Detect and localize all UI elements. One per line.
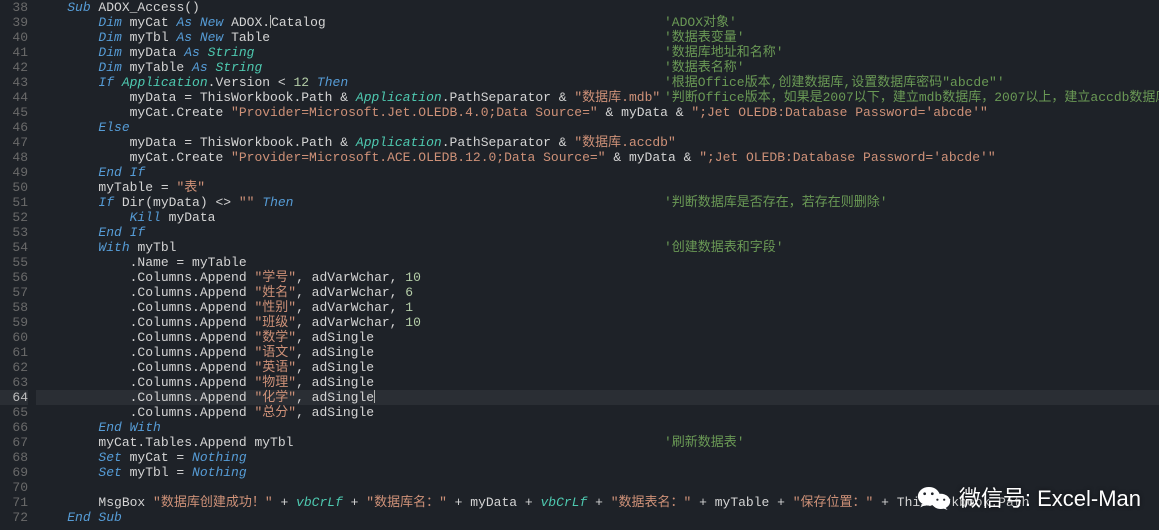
line-number: 50 <box>0 180 28 195</box>
line-number: 53 <box>0 225 28 240</box>
line-number: 70 <box>0 480 28 495</box>
comment: '判断Office版本，如果是2007以下，建立mdb数据库，2007以上，建立… <box>664 90 1159 105</box>
code-line[interactable]: If Application.Version < 12 Then'根据Offic… <box>36 75 1159 90</box>
line-number-gutter: 3839404142434445464748495051525354555657… <box>0 0 36 525</box>
comment: 'ADOX对象' <box>664 15 737 30</box>
line-number: 60 <box>0 330 28 345</box>
code-line[interactable]: If Dir(myData) <> "" Then'判断数据库是否存在，若存在则… <box>36 195 1159 210</box>
line-number: 56 <box>0 270 28 285</box>
code-line[interactable]: Dim myData As String'数据库地址和名称' <box>36 45 1159 60</box>
line-number: 64 <box>0 390 28 405</box>
code-line[interactable]: .Columns.Append "班级", adVarWchar, 10 <box>36 315 1159 330</box>
comment: '根据Office版本,创建数据库,设置数据库密码"abcde"' <box>664 75 1005 90</box>
comment: '数据表变量' <box>664 30 745 45</box>
text-cursor <box>270 15 271 28</box>
text-cursor <box>374 390 375 403</box>
comment: '判断数据库是否存在，若存在则删除' <box>664 195 888 210</box>
line-number: 41 <box>0 45 28 60</box>
code-line[interactable]: .Columns.Append "姓名", adVarWchar, 6 <box>36 285 1159 300</box>
line-number: 69 <box>0 465 28 480</box>
code-line[interactable]: Sub ADOX_Access() <box>36 0 1159 15</box>
line-number: 44 <box>0 90 28 105</box>
code-line[interactable]: End If <box>36 165 1159 180</box>
line-number: 49 <box>0 165 28 180</box>
line-number: 71 <box>0 495 28 510</box>
comment: '数据表名称' <box>664 60 745 75</box>
line-number: 55 <box>0 255 28 270</box>
line-number: 63 <box>0 375 28 390</box>
line-number: 66 <box>0 420 28 435</box>
code-line[interactable]: .Columns.Append "物理", adSingle <box>36 375 1159 390</box>
line-number: 52 <box>0 210 28 225</box>
code-line[interactable]: myCat.Create "Provider=Microsoft.ACE.OLE… <box>36 150 1159 165</box>
line-number: 43 <box>0 75 28 90</box>
code-area[interactable]: Sub ADOX_Access() Dim myCat As New ADOX.… <box>36 0 1159 525</box>
comment: '创建数据表和字段' <box>664 240 784 255</box>
line-number: 38 <box>0 0 28 15</box>
code-line[interactable]: Else <box>36 120 1159 135</box>
code-line[interactable]: .Columns.Append "化学", adSingle <box>36 390 1159 405</box>
line-number: 58 <box>0 300 28 315</box>
code-line[interactable]: myData = ThisWorkbook.Path & Application… <box>36 135 1159 150</box>
line-number: 54 <box>0 240 28 255</box>
line-number: 72 <box>0 510 28 525</box>
code-line[interactable]: End If <box>36 225 1159 240</box>
line-number: 46 <box>0 120 28 135</box>
code-line[interactable]: Dim myTable As String'数据表名称' <box>36 60 1159 75</box>
code-line[interactable]: Set myTbl = Nothing <box>36 465 1159 480</box>
watermark: 微信号: Excel-Man <box>917 484 1141 512</box>
line-number: 48 <box>0 150 28 165</box>
code-line[interactable]: .Columns.Append "英语", adSingle <box>36 360 1159 375</box>
code-line[interactable]: myData = ThisWorkbook.Path & Application… <box>36 90 1159 105</box>
line-number: 40 <box>0 30 28 45</box>
code-line[interactable]: .Columns.Append "总分", adSingle <box>36 405 1159 420</box>
code-line[interactable]: Set myCat = Nothing <box>36 450 1159 465</box>
line-number: 39 <box>0 15 28 30</box>
line-number: 59 <box>0 315 28 330</box>
line-number: 62 <box>0 360 28 375</box>
wechat-icon <box>917 484 951 512</box>
line-number: 51 <box>0 195 28 210</box>
comment: '刷新数据表' <box>664 435 745 450</box>
line-number: 67 <box>0 435 28 450</box>
code-line[interactable]: .Columns.Append "学号", adVarWchar, 10 <box>36 270 1159 285</box>
code-line[interactable]: Kill myData <box>36 210 1159 225</box>
code-line[interactable]: .Columns.Append "语文", adSingle <box>36 345 1159 360</box>
code-line[interactable]: myTable = "表" <box>36 180 1159 195</box>
line-number: 68 <box>0 450 28 465</box>
code-line[interactable]: myCat.Create "Provider=Microsoft.Jet.OLE… <box>36 105 1159 120</box>
code-line[interactable]: .Columns.Append "数学", adSingle <box>36 330 1159 345</box>
line-number: 47 <box>0 135 28 150</box>
code-line[interactable]: .Columns.Append "性别", adVarWchar, 1 <box>36 300 1159 315</box>
code-line[interactable]: With myTbl'创建数据表和字段' <box>36 240 1159 255</box>
comment: '数据库地址和名称' <box>664 45 784 60</box>
code-editor[interactable]: 3839404142434445464748495051525354555657… <box>0 0 1159 525</box>
code-line[interactable]: .Name = myTable <box>36 255 1159 270</box>
code-line[interactable]: myCat.Tables.Append myTbl'刷新数据表' <box>36 435 1159 450</box>
code-line[interactable]: End Sub <box>36 510 1159 525</box>
watermark-text: 微信号: Excel-Man <box>959 491 1141 506</box>
code-line[interactable]: Dim myCat As New ADOX.Catalog'ADOX对象' <box>36 15 1159 30</box>
code-line[interactable]: End With <box>36 420 1159 435</box>
line-number: 57 <box>0 285 28 300</box>
code-line[interactable]: Dim myTbl As New Table'数据表变量' <box>36 30 1159 45</box>
line-number: 65 <box>0 405 28 420</box>
line-number: 61 <box>0 345 28 360</box>
line-number: 45 <box>0 105 28 120</box>
line-number: 42 <box>0 60 28 75</box>
